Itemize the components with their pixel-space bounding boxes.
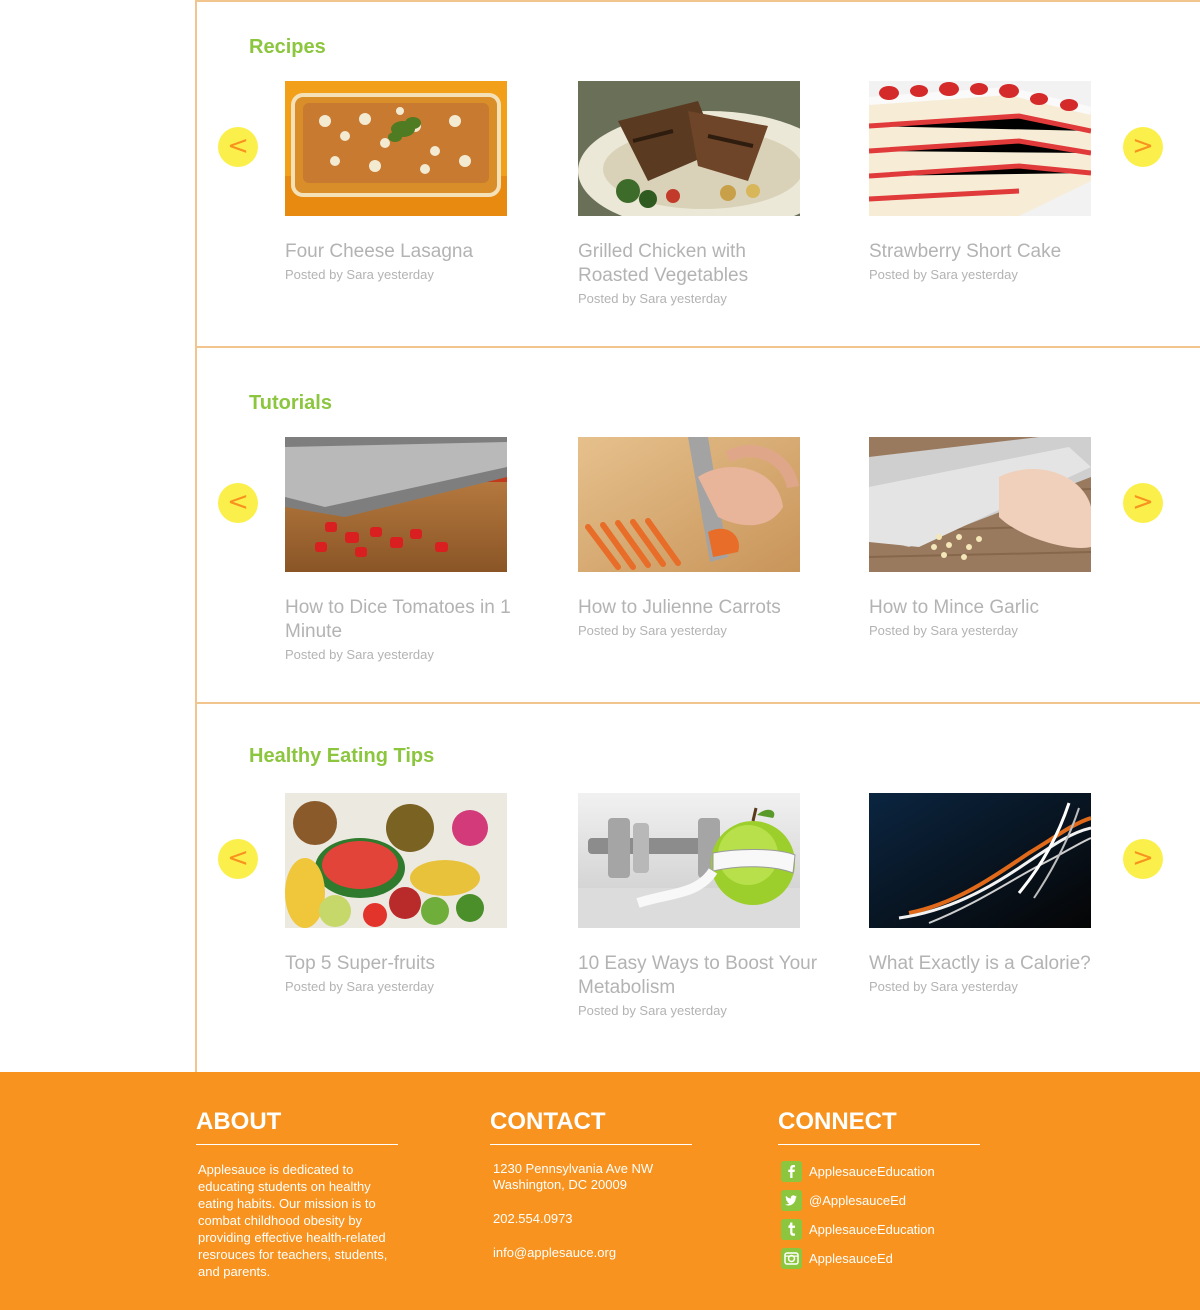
tutorial-card: How to Dice Tomatoes in 1 Minute Posted … <box>285 437 517 662</box>
carousel-prev-button[interactable]: < <box>218 127 258 167</box>
card-meta: Posted by Sara yesterday <box>285 979 434 994</box>
tip-card: Top 5 Super-fruits Posted by Sara yester… <box>285 793 517 994</box>
carousel-next-button[interactable]: > <box>1123 483 1163 523</box>
facebook-icon <box>781 1161 802 1182</box>
carousel-prev-button[interactable]: < <box>218 839 258 879</box>
grilled-chicken-image[interactable] <box>578 81 800 216</box>
card-title-link[interactable]: Strawberry Short Cake <box>869 240 1109 264</box>
card-meta: Posted by Sara yesterday <box>578 291 727 306</box>
card-title-link[interactable]: Four Cheese Lasagna <box>285 240 525 264</box>
calorie-light-trails-image[interactable] <box>869 793 1091 928</box>
address-line: Washington, DC 20009 <box>493 1177 627 1192</box>
card-meta: Posted by Sara yesterday <box>869 623 1018 638</box>
footer-heading: CONTACT <box>490 1108 692 1145</box>
tip-card: 10 Easy Ways to Boost Your Metabolism Po… <box>578 793 817 1018</box>
section-title: Recipes <box>249 36 326 58</box>
content-frame: Recipes < Four Cheese Lasagna Posted by … <box>195 0 1200 1072</box>
mincing-garlic-image[interactable] <box>869 437 1091 572</box>
tumblr-link[interactable]: ApplesauceEducation <box>778 1219 988 1240</box>
card-title-link[interactable]: How to Mince Garlic <box>869 596 1109 620</box>
footer-heading: ABOUT <box>196 1108 398 1145</box>
email-link[interactable]: info@applesauce.org <box>490 1245 700 1261</box>
tutorials-section: Tutorials < How to Dice Tomatoes in 1 Mi… <box>197 348 1200 704</box>
facebook-link[interactable]: ApplesauceEducation <box>778 1161 988 1182</box>
super-fruits-image[interactable] <box>285 793 507 928</box>
tutorial-card: How to Mince Garlic Posted by Sara yeste… <box>869 437 1101 638</box>
recipe-card: Strawberry Short Cake Posted by Sara yes… <box>869 81 1101 282</box>
card-title-link[interactable]: How to Dice Tomatoes in 1 Minute <box>285 596 525 644</box>
footer-about: ABOUT Applesauce is dedicated to educati… <box>196 1108 406 1280</box>
section-title: Healthy Eating Tips <box>249 745 435 767</box>
lasagna-image[interactable] <box>285 81 507 216</box>
card-meta: Posted by Sara yesterday <box>285 647 434 662</box>
twitter-link[interactable]: @ApplesauceEd <box>778 1190 988 1211</box>
instagram-icon <box>781 1248 802 1269</box>
card-meta: Posted by Sara yesterday <box>578 623 727 638</box>
metabolism-image[interactable] <box>578 793 800 928</box>
address-line: 1230 Pennsylvania Ave NW <box>493 1161 654 1176</box>
card-title-link[interactable]: How to Julienne Carrots <box>578 596 818 620</box>
footer-contact: CONTACT 1230 Pennsylvania Ave NW Washing… <box>490 1108 700 1261</box>
footer-heading: CONNECT <box>778 1108 980 1145</box>
site-footer: ABOUT Applesauce is dedicated to educati… <box>0 1072 1200 1310</box>
healthy-eating-tips-section: Healthy Eating Tips < Top 5 Super-fruits… <box>197 704 1200 1074</box>
card-title-link[interactable]: What Exactly is a Calorie? <box>869 952 1109 976</box>
social-label: ApplesauceEd <box>809 1251 893 1266</box>
about-text: Applesauce is dedicated to educating stu… <box>198 1162 388 1279</box>
card-title-link[interactable]: Grilled Chicken with Roasted Vegetables <box>578 240 818 288</box>
social-label: ApplesauceEducation <box>809 1222 935 1237</box>
recipe-card: Grilled Chicken with Roasted Vegetables … <box>578 81 810 306</box>
tumblr-icon <box>781 1219 802 1240</box>
social-label: @ApplesauceEd <box>809 1193 907 1208</box>
recipes-section: Recipes < Four Cheese Lasagna Posted by … <box>197 2 1200 348</box>
recipe-card: Four Cheese Lasagna Posted by Sara yeste… <box>285 81 517 282</box>
card-meta: Posted by Sara yesterday <box>578 1003 727 1018</box>
julienne-carrots-image[interactable] <box>578 437 800 572</box>
section-title: Tutorials <box>249 392 332 414</box>
carousel-next-button[interactable]: > <box>1123 127 1163 167</box>
card-meta: Posted by Sara yesterday <box>869 979 1018 994</box>
instagram-link[interactable]: ApplesauceEd <box>778 1248 988 1269</box>
tip-card: What Exactly is a Calorie? Posted by Sar… <box>869 793 1101 994</box>
carousel-next-button[interactable]: > <box>1123 839 1163 879</box>
footer-connect: CONNECT ApplesauceEducation @ApplesauceE… <box>778 1108 988 1269</box>
dicing-tomatoes-image[interactable] <box>285 437 507 572</box>
strawberry-shortcake-image[interactable] <box>869 81 1091 216</box>
carousel-prev-button[interactable]: < <box>218 483 258 523</box>
card-meta: Posted by Sara yesterday <box>285 267 434 282</box>
card-title-link[interactable]: 10 Easy Ways to Boost Your Metabolism <box>578 952 818 1000</box>
phone-number[interactable]: 202.554.0973 <box>490 1211 700 1227</box>
twitter-icon <box>781 1190 802 1211</box>
card-meta: Posted by Sara yesterday <box>869 267 1018 282</box>
tutorial-card: How to Julienne Carrots Posted by Sara y… <box>578 437 810 638</box>
social-label: ApplesauceEducation <box>809 1164 935 1179</box>
card-title-link[interactable]: Top 5 Super-fruits <box>285 952 525 976</box>
